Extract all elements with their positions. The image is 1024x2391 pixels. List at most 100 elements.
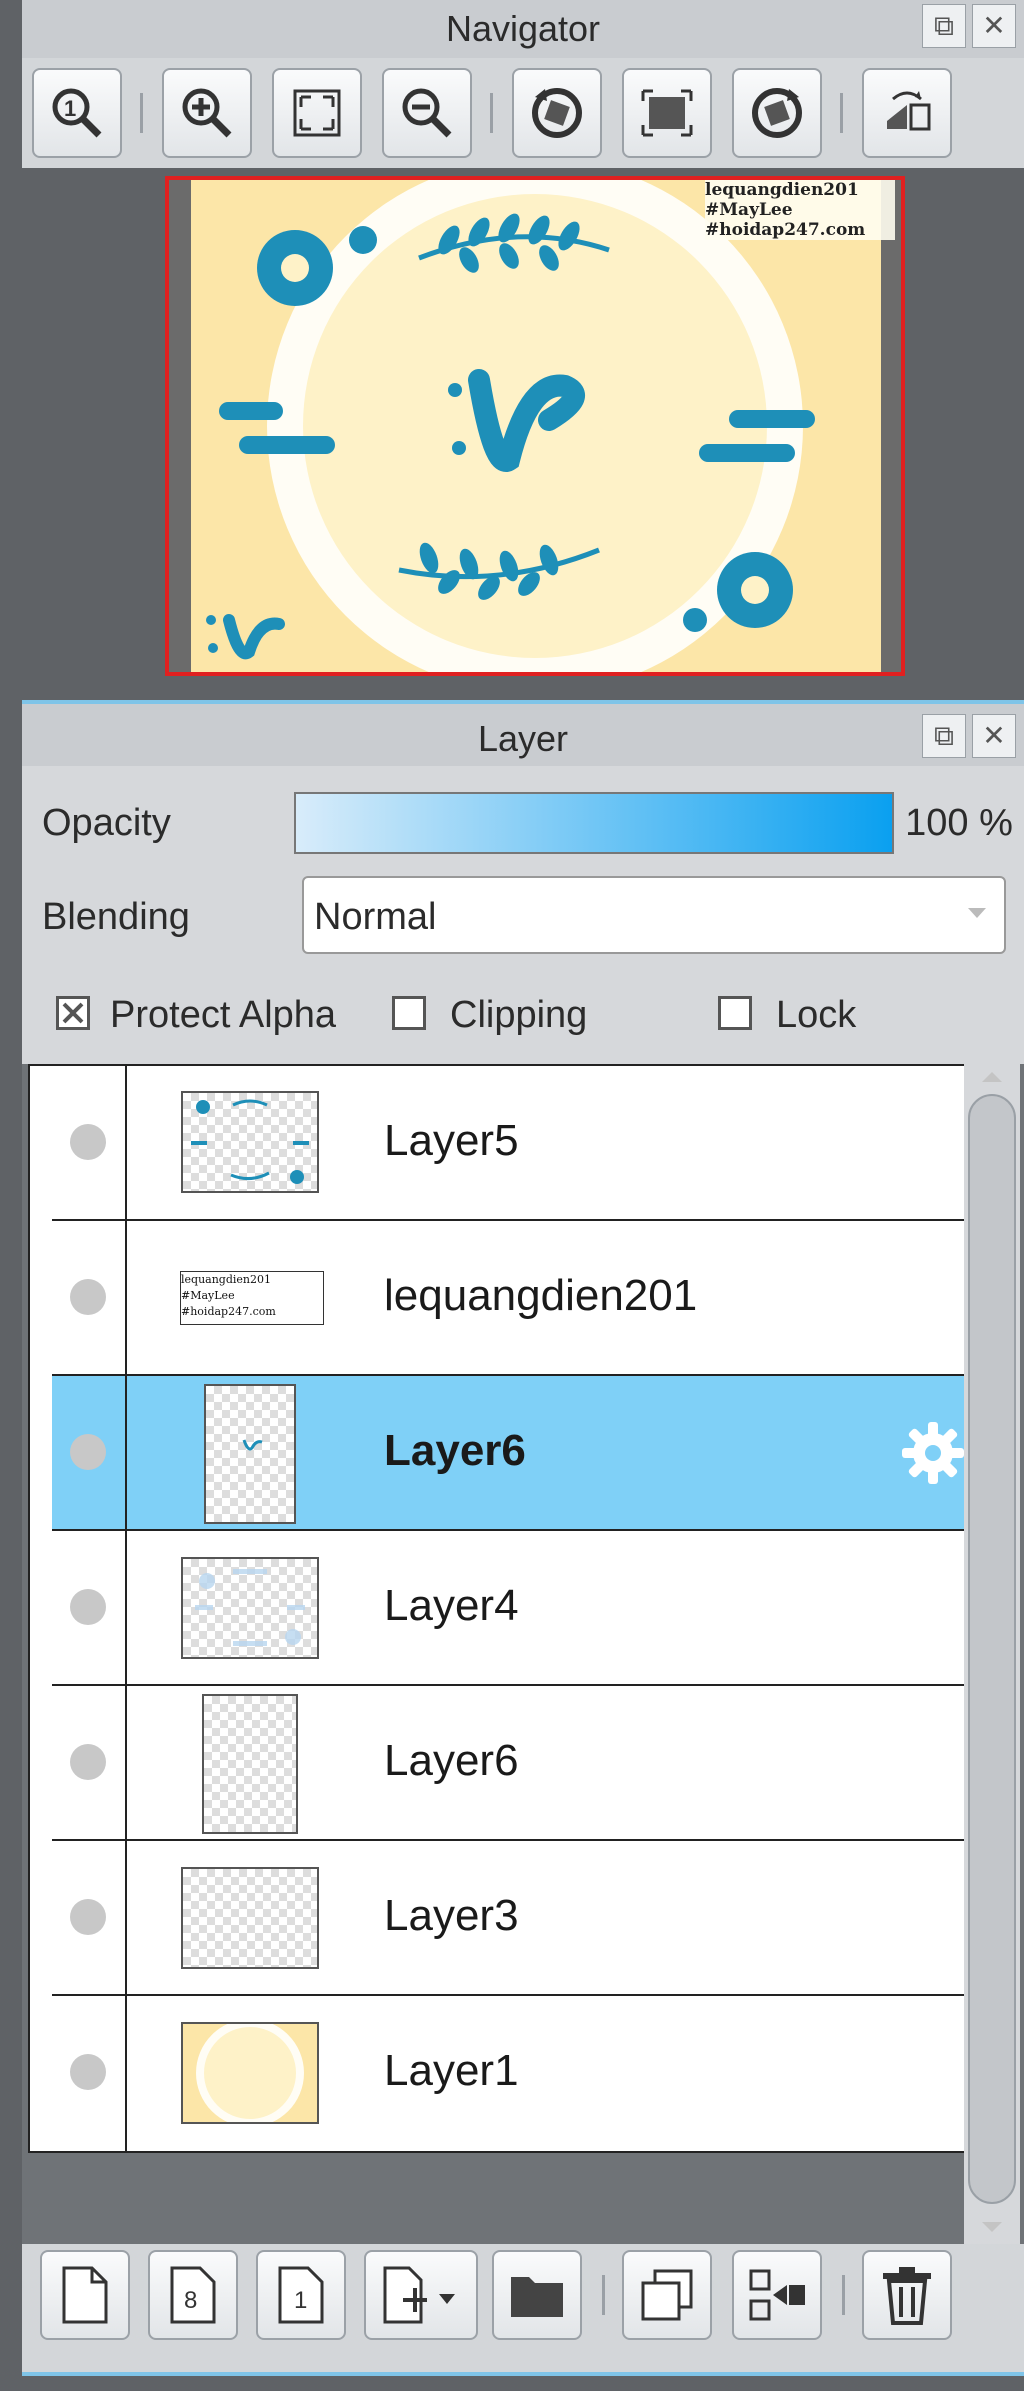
thumbnail-artwork	[195, 1569, 305, 1646]
toolbar-separator	[840, 93, 843, 133]
float-panel-icon[interactable]: ⧉	[922, 4, 966, 48]
layer-row-selected[interactable]: Layer6	[52, 1374, 979, 1529]
visibility-toggle[interactable]	[70, 1899, 106, 1935]
clipping-checkbox[interactable]	[392, 996, 426, 1030]
layer-list-scrollbar[interactable]	[964, 1064, 1020, 2244]
new-1bit-layer-icon[interactable]: 1	[256, 2250, 346, 2340]
layer-row[interactable]: Layer6	[52, 1684, 979, 1839]
layer-thumbnail: lequangdien201 #MayLee #hoidap247.com	[180, 1271, 324, 1325]
navigator-toolbar: 1	[22, 58, 1024, 168]
preview-caption-line: #hoidap247.com	[705, 220, 866, 240]
toolbar-separator	[842, 2275, 845, 2315]
navigator-panel: Navigator ⧉ ✕ 1 lequangdien201 #MayLee #…	[22, 0, 1024, 700]
zoom-actual-icon[interactable]: 1	[32, 68, 122, 158]
layer-title: Layer	[477, 718, 569, 759]
merge-down-icon[interactable]	[732, 2250, 822, 2340]
checkmark-x-icon	[62, 1002, 84, 1024]
preview-caption-line: #MayLee	[705, 200, 793, 220]
chevron-down-icon	[968, 908, 986, 918]
close-icon[interactable]: ✕	[972, 714, 1016, 758]
lock-checkbox[interactable]	[718, 996, 752, 1030]
add-layer-menu-icon[interactable]	[364, 2250, 478, 2340]
blending-value: Normal	[314, 896, 437, 938]
close-icon[interactable]: ✕	[972, 4, 1016, 48]
thumbnail-text-line: #hoidap247.com	[181, 1305, 276, 1318]
visibility-toggle[interactable]	[70, 1279, 106, 1315]
visibility-toggle[interactable]	[70, 1589, 106, 1625]
layer-thumbnail	[181, 1091, 319, 1193]
row-divider	[125, 1221, 127, 1374]
delete-layer-icon[interactable]	[862, 2250, 952, 2340]
toolbar-separator	[602, 2275, 605, 2315]
bottom-accent-bar	[22, 2372, 1024, 2391]
row-divider	[125, 1686, 127, 1839]
new-layer-icon[interactable]	[40, 2250, 130, 2340]
opacity-slider[interactable]	[294, 792, 894, 854]
layer-row[interactable]: Layer3	[52, 1839, 979, 1994]
lock-label: Lock	[776, 994, 857, 1036]
rotate-left-icon[interactable]	[512, 68, 602, 158]
thumbnail-artwork	[191, 1099, 309, 1184]
reset-view-icon[interactable]	[622, 68, 712, 158]
flip-horizontal-icon[interactable]	[862, 68, 952, 158]
preview-caption-line: lequangdien201	[705, 180, 859, 200]
layer-panel: Layer ⧉ ✕ Opacity 100 % Blending Normal …	[22, 700, 1024, 2391]
blending-select[interactable]: Normal	[302, 876, 1006, 954]
layer-name: Layer1	[384, 2046, 519, 2095]
layer-row[interactable]: Layer5	[52, 1064, 979, 1219]
navigator-preview[interactable]: lequangdien201 #MayLee #hoidap247.com	[165, 176, 905, 676]
navigator-title: Navigator	[445, 8, 601, 49]
preview-caption: lequangdien201 #MayLee #hoidap247.com	[705, 180, 895, 240]
protect-alpha-label: Protect Alpha	[110, 994, 337, 1036]
protect-alpha-checkbox[interactable]	[56, 996, 90, 1030]
toolbar-separator	[140, 93, 143, 133]
layer-name: Layer6	[384, 1736, 519, 1785]
zoom-out-icon[interactable]	[382, 68, 472, 158]
gear-icon[interactable]	[898, 1418, 968, 1488]
rotate-right-icon[interactable]	[732, 68, 822, 158]
new-folder-icon[interactable]	[492, 2250, 582, 2340]
navigator-header: Navigator ⧉ ✕	[22, 0, 1024, 58]
opacity-label: Opacity	[42, 802, 171, 844]
svg-text:1: 1	[294, 2287, 307, 2314]
visibility-toggle[interactable]	[70, 1434, 106, 1470]
visibility-toggle[interactable]	[70, 2054, 106, 2090]
layer-row[interactable]: lequangdien201 #MayLee #hoidap247.com le…	[52, 1219, 979, 1374]
toolbar-separator	[490, 93, 493, 133]
blending-label: Blending	[42, 896, 190, 938]
visibility-toggle[interactable]	[70, 1744, 106, 1780]
row-divider	[125, 1841, 127, 1994]
visibility-toggle[interactable]	[70, 1124, 106, 1160]
layer-row[interactable]: Layer4	[52, 1529, 979, 1684]
thumbnail-text-line: lequangdien201	[181, 1273, 271, 1286]
layer-header: Layer ⧉ ✕	[22, 704, 1024, 766]
clipping-label: Clipping	[450, 994, 588, 1036]
layer-thumbnail	[181, 2022, 319, 2124]
row-divider	[125, 1531, 127, 1684]
scroll-down-icon[interactable]	[982, 2222, 1002, 2232]
layer-row[interactable]: Layer1	[52, 1994, 979, 2153]
fit-screen-icon[interactable]	[272, 68, 362, 158]
opacity-slider-fill	[296, 794, 892, 852]
layer-name: Layer4	[384, 1581, 519, 1630]
row-divider	[125, 1066, 127, 1219]
layer-thumbnail	[181, 1557, 319, 1659]
float-panel-icon[interactable]: ⧉	[922, 714, 966, 758]
zoom-in-icon[interactable]	[162, 68, 252, 158]
thumbnail-artwork	[196, 2024, 304, 2122]
new-8bit-layer-icon[interactable]: 8	[148, 2250, 238, 2340]
layer-thumbnail	[204, 1384, 296, 1524]
scrollbar-thumb[interactable]	[968, 1094, 1016, 2204]
row-divider	[125, 1996, 127, 2151]
thumbnail-artwork	[242, 1439, 263, 1451]
layer-thumbnail	[181, 1867, 319, 1969]
duplicate-layer-icon[interactable]	[622, 2250, 712, 2340]
layer-name: Layer3	[384, 1891, 519, 1940]
layer-list: Layer5 lequangdien201 #MayLee #hoidap247…	[22, 1064, 1024, 2244]
opacity-value: 100 %	[905, 802, 1013, 844]
scroll-up-icon[interactable]	[982, 1072, 1002, 1082]
layer-name: Layer5	[384, 1116, 519, 1165]
thumbnail-text-line: #MayLee	[181, 1289, 235, 1302]
layer-thumbnail	[202, 1694, 298, 1834]
layer-name: lequangdien201	[384, 1271, 698, 1320]
